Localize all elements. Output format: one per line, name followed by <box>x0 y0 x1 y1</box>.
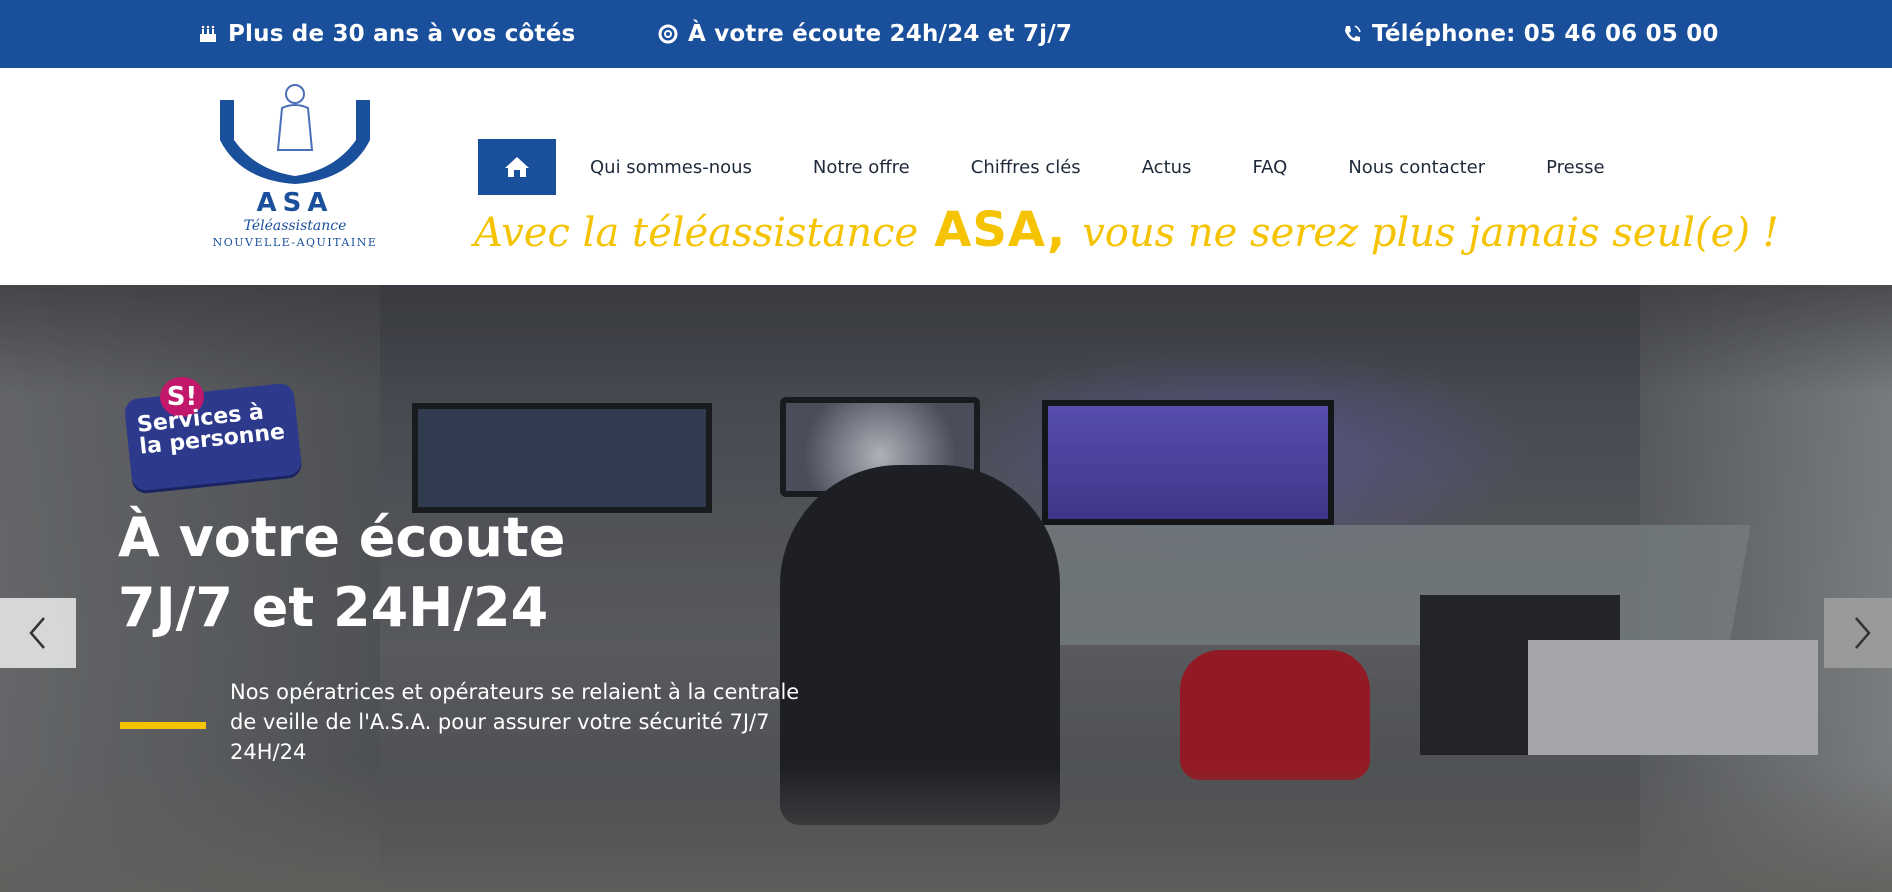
logo-brand: ASA <box>256 188 334 218</box>
nav-item-faq[interactable]: FAQ <box>1252 157 1287 178</box>
logo-subtitle: Téléassistance <box>243 218 347 234</box>
nav-item-chiffres-cles[interactable]: Chiffres clés <box>971 157 1081 178</box>
nav-item-presse[interactable]: Presse <box>1546 157 1604 178</box>
logo-region: NOUVELLE-AQUITAINE <box>212 236 378 249</box>
hero-title: À votre écoute 7J/7 et 24H/24 <box>118 503 565 643</box>
site-header: ASA Téléassistance NOUVELLE-AQUITAINE Qu… <box>0 68 1892 285</box>
home-icon <box>505 157 529 177</box>
slider-next-button[interactable] <box>1824 598 1892 668</box>
chevron-right-icon <box>1855 617 1871 649</box>
nav-item-nous-contacter[interactable]: Nous contacter <box>1348 157 1485 178</box>
chevron-left-icon <box>29 617 45 649</box>
slogan-before: Avec la téléassistance <box>474 210 919 256</box>
slogan-brand: ASA, <box>934 202 1067 258</box>
header-slogan: Avec la téléassistance ASA, vous ne sere… <box>474 202 1779 272</box>
slogan-after: vous ne serez plus jamais seul(e) ! <box>1082 210 1779 256</box>
phone-info[interactable]: Téléphone: 05 46 06 05 00 <box>1342 0 1719 68</box>
cake-icon <box>200 25 216 42</box>
hero-title-line2: 7J/7 et 24H/24 <box>118 576 549 639</box>
listen-info: À votre écoute 24h/24 et 7j/7 <box>658 0 1072 68</box>
years-text: Plus de 30 ans à vos côtés <box>228 21 576 47</box>
hero-description: Nos opératrices et opérateurs se relaien… <box>230 680 800 764</box>
caring-hands-logo-icon <box>220 84 370 184</box>
hero-slider: S! Services à la personne À votre écoute… <box>0 285 1892 892</box>
site-logo[interactable]: ASA Téléassistance NOUVELLE-AQUITAINE <box>200 80 390 262</box>
nav-item-actus[interactable]: Actus <box>1142 157 1192 178</box>
main-nav: Qui sommes-nous Notre offre Chiffres clé… <box>478 139 1605 195</box>
top-info-bar: Plus de 30 ans à vos côtés À votre écout… <box>0 0 1892 68</box>
listen-text: À votre écoute 24h/24 et 7j/7 <box>688 21 1073 47</box>
nav-item-qui-sommes-nous[interactable]: Qui sommes-nous <box>590 157 752 178</box>
phone-icon <box>1345 25 1361 42</box>
nav-item-notre-offre[interactable]: Notre offre <box>813 157 910 178</box>
hero-title-line1: À votre écoute <box>118 506 566 569</box>
slider-prev-button[interactable] <box>0 598 76 668</box>
services-a-la-personne-badge: S! Services à la personne <box>123 377 303 492</box>
hero-accent-line <box>120 722 206 729</box>
years-info: Plus de 30 ans à vos côtés <box>198 0 575 68</box>
phone-text[interactable]: Téléphone: 05 46 06 05 00 <box>1372 21 1719 47</box>
lifebuoy-icon <box>658 24 678 44</box>
nav-home-button[interactable] <box>478 139 556 195</box>
